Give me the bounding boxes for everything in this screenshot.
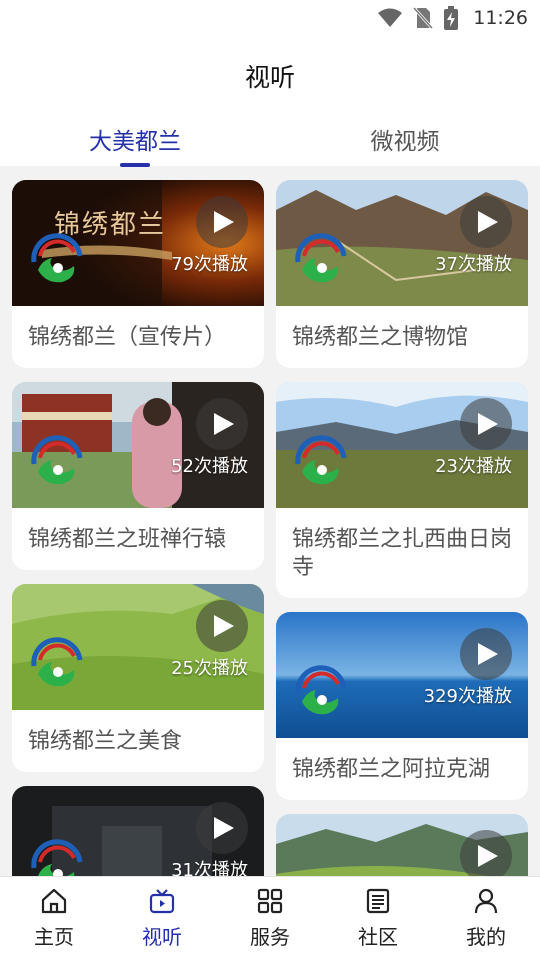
nav-item-services[interactable]: 服务 [216,887,324,950]
video-title[interactable]: 锦绣都兰之美食 [12,710,264,772]
nav-item-media[interactable]: 视听 [108,887,216,950]
play-icon [478,643,498,665]
nav-item-community[interactable]: 社区 [324,887,432,950]
video-title[interactable]: 锦绣都兰之扎西曲日岗寺 [276,508,528,598]
home-icon [41,888,67,914]
grid-icon [257,888,283,914]
play-icon [214,817,234,839]
video-card[interactable]: 25次播放 锦绣都兰之美食 [12,584,264,772]
play-count: 37次播放 [435,254,512,275]
play-icon [478,211,498,233]
nav-label: 主页 [34,925,74,949]
play-icon [214,211,234,233]
status-icons: 11:26 [377,6,528,30]
tv-icon [149,889,175,914]
video-title[interactable]: 锦绣都兰（宣传片） [12,306,264,368]
play-icon [478,413,498,435]
play-count: 23次播放 [435,456,512,477]
video-card[interactable] [276,814,528,876]
video-thumbnail[interactable]: 25次播放 [12,584,264,710]
video-card[interactable]: 锦绣都兰 79次播放 锦绣都兰（宣传片） [12,180,264,368]
video-thumbnail[interactable]: 52次播放 [12,382,264,508]
play-icon [214,413,234,435]
play-icon [214,615,234,637]
page-title: 视听 [244,63,295,92]
dulan-logo-icon [31,839,83,876]
play-button[interactable] [460,398,512,450]
play-count: 25次播放 [171,658,248,679]
play-count: 79次播放 [171,254,248,275]
user-icon [474,888,498,914]
video-title[interactable]: 锦绣都兰之班禅行辕 [12,508,264,570]
nav-item-profile[interactable]: 我的 [432,887,540,950]
play-icon [478,845,498,867]
video-card[interactable]: 52次播放 锦绣都兰之班禅行辕 [12,382,264,570]
play-button[interactable] [460,196,512,248]
play-button[interactable] [196,600,248,652]
play-button[interactable] [196,802,248,854]
nav-label: 视听 [142,925,182,949]
dulan-logo-icon [31,233,83,283]
status-time: 11:26 [473,7,528,29]
video-thumbnail[interactable] [276,814,528,876]
nav-item-home[interactable]: 主页 [0,887,108,950]
video-card[interactable]: 23次播放 锦绣都兰之扎西曲日岗寺 [276,382,528,598]
no-sim-icon [413,6,434,30]
left-column: 锦绣都兰 79次播放 锦绣都兰（宣传片） 52次播放 锦绣都兰之班禅行辕 25次… [12,180,264,876]
dulan-logo-icon [31,435,83,485]
video-title[interactable]: 锦绣都兰之阿拉克湖 [276,738,528,800]
play-button[interactable] [460,628,512,680]
play-count: 52次播放 [171,456,248,477]
wifi-icon [378,8,403,27]
video-card[interactable]: 329次播放 锦绣都兰之阿拉克湖 [276,612,528,800]
status-bar: 11:26 [0,0,540,36]
dulan-logo-icon [295,435,347,485]
battery-charging-icon [444,6,459,30]
header: 视听 大美都兰 微视频 [0,36,540,167]
nav-label: 服务 [250,925,290,949]
video-thumbnail[interactable]: 329次播放 [276,612,528,738]
play-button[interactable] [196,398,248,450]
tab-damei-dulan[interactable]: 大美都兰 [35,122,235,156]
dulan-logo-icon [295,665,347,715]
dulan-logo-icon [295,233,347,283]
video-title[interactable]: 锦绣都兰之博物馆 [276,306,528,368]
video-feed[interactable]: 锦绣都兰 79次播放 锦绣都兰（宣传片） 52次播放 锦绣都兰之班禅行辕 25次… [0,166,540,876]
play-button[interactable] [460,830,512,876]
video-card[interactable]: 31次播放 [12,786,264,876]
video-thumbnail[interactable]: 锦绣都兰 79次播放 [12,180,264,306]
play-count: 329次播放 [423,686,512,707]
video-thumbnail[interactable]: 23次播放 [276,382,528,508]
video-thumbnail[interactable]: 31次播放 [12,786,264,876]
play-count: 31次播放 [171,860,248,876]
right-column: 37次播放 锦绣都兰之博物馆 23次播放 锦绣都兰之扎西曲日岗寺 329次播放 … [276,180,528,876]
video-card[interactable]: 37次播放 锦绣都兰之博物馆 [276,180,528,368]
newspaper-icon [366,888,390,914]
nav-label: 社区 [358,925,398,949]
nav-label: 我的 [466,925,506,949]
play-button[interactable] [196,196,248,248]
dulan-logo-icon [31,637,83,687]
tab-micro-video[interactable]: 微视频 [305,122,505,156]
video-thumbnail[interactable]: 37次播放 [276,180,528,306]
bottom-navigation: 主页 视听 服务 社区 我的 [0,876,540,960]
